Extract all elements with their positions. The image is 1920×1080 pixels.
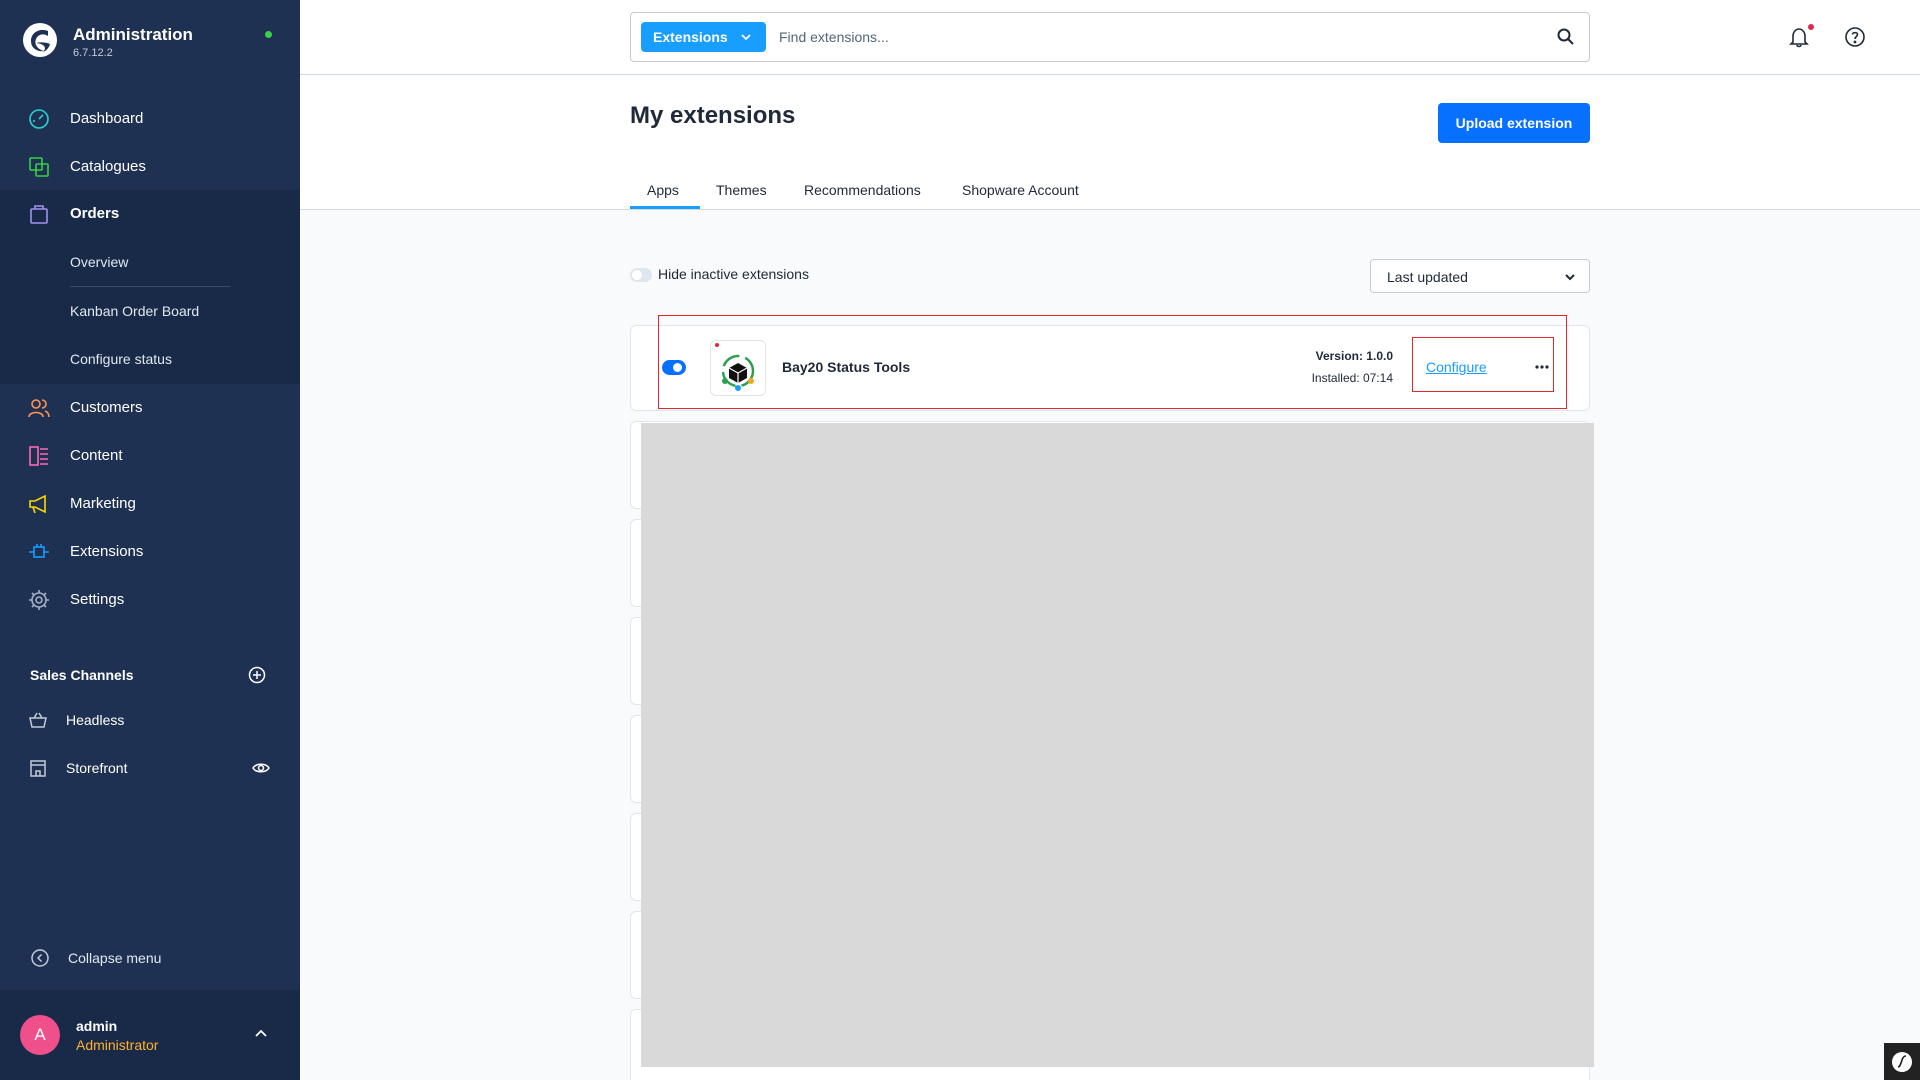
extension-installed: Installed: 07:14 [1311, 371, 1393, 385]
sort-value: Last updated [1387, 269, 1468, 285]
top-bar: Extensions [300, 0, 1920, 75]
basket-icon [29, 712, 47, 728]
nav-orders-configure-status[interactable]: Configure status [70, 351, 172, 367]
package-logo-icon [715, 343, 755, 391]
app-title: Administration [73, 25, 193, 44]
eye-icon[interactable] [252, 759, 270, 777]
chevron-down-icon [1565, 274, 1575, 281]
search-type-dropdown[interactable]: Extensions [641, 22, 766, 52]
nav-marketing[interactable]: Marketing [0, 480, 300, 528]
app-version: 6.7.12.2 [73, 47, 113, 59]
active-tab-indicator [630, 206, 700, 209]
add-circle-icon[interactable] [248, 666, 266, 684]
sales-channel-label: Storefront [66, 760, 128, 776]
sales-channel-label: Headless [66, 712, 125, 728]
catalogues-icon [29, 157, 49, 177]
page-header: My extensions Upload extension Apps Them… [300, 75, 1920, 210]
user-name: admin [76, 1018, 118, 1034]
sales-channel-storefront[interactable]: Storefront [0, 748, 300, 788]
nav-label: Settings [70, 591, 125, 608]
notification-dot [1808, 24, 1814, 30]
nav-label: Marketing [70, 495, 136, 512]
user-role: Administrator [76, 1037, 159, 1053]
gear-icon [29, 590, 49, 610]
page-title: My extensions [630, 102, 796, 129]
search-input[interactable] [779, 24, 1529, 50]
tab-themes[interactable]: Themes [716, 182, 767, 198]
redaction-overlay [641, 423, 1594, 1067]
configure-link[interactable]: Configure [1426, 359, 1487, 375]
orders-section: Orders Overview Kanban Order Board Confi… [0, 190, 300, 384]
extension-version: Version: 1.0.0 [1315, 349, 1393, 363]
chevron-up-icon[interactable] [253, 1026, 269, 1042]
chevron-left-circle-icon [31, 949, 49, 967]
status-dot-icon [265, 31, 272, 38]
nav-settings[interactable]: Settings [0, 576, 300, 624]
divider [70, 286, 230, 287]
search-bar: Extensions [630, 12, 1590, 62]
tab-recommendations[interactable]: Recommendations [804, 182, 921, 198]
nav-label: Orders [70, 205, 120, 222]
extension-app-icon [710, 340, 766, 396]
sales-channel-headless[interactable]: Headless [0, 700, 300, 740]
symfony-toolbar-toggle[interactable] [1884, 1043, 1920, 1080]
extension-active-toggle[interactable] [662, 360, 686, 375]
avatar: A [20, 1015, 60, 1055]
nav-extensions[interactable]: Extensions [0, 528, 300, 576]
nav-customers[interactable]: Customers [0, 384, 300, 432]
orders-bag-icon [30, 205, 48, 224]
sort-select[interactable]: Last updated [1370, 259, 1590, 293]
nav-label: Customers [70, 399, 143, 416]
collapse-label: Collapse menu [68, 950, 162, 966]
tab-shopware-account[interactable]: Shopware Account [962, 182, 1079, 198]
nav-orders[interactable]: Orders [0, 190, 300, 238]
nav-orders-kanban[interactable]: Kanban Order Board [70, 303, 199, 319]
hide-inactive-label: Hide inactive extensions [658, 266, 809, 282]
storefront-icon [30, 760, 46, 777]
brand: Administration 6.7.12.2 [0, 0, 300, 84]
megaphone-icon [29, 494, 46, 514]
nav-label: Dashboard [70, 110, 144, 127]
chevron-down-icon [741, 34, 751, 41]
symfony-icon [1892, 1052, 1912, 1072]
extension-name: Bay20 Status Tools [782, 359, 911, 375]
bell-icon[interactable] [1788, 26, 1810, 48]
nav-content[interactable]: Content [0, 432, 300, 480]
nav-label: Catalogues [70, 158, 146, 175]
sidebar: Administration 6.7.12.2 Dashboard Catalo… [0, 0, 300, 1080]
tab-apps[interactable]: Apps [647, 182, 679, 198]
nav-catalogues[interactable]: Catalogues [0, 143, 300, 191]
sales-channels-title: Sales Channels [30, 667, 134, 683]
hide-inactive-toggle[interactable] [630, 268, 652, 282]
plug-icon [29, 544, 49, 558]
shopware-logo-icon [23, 23, 57, 57]
help-icon[interactable] [1844, 26, 1866, 48]
nav-dashboard[interactable]: Dashboard [0, 95, 300, 143]
search-icon[interactable] [1556, 27, 1576, 47]
user-menu[interactable]: A admin Administrator [0, 990, 300, 1080]
search-type-label: Extensions [653, 29, 728, 45]
collapse-menu-button[interactable]: Collapse menu [0, 940, 300, 976]
more-options-icon[interactable] [1534, 361, 1550, 373]
nav-label: Extensions [70, 543, 144, 560]
upload-extension-button[interactable]: Upload extension [1438, 103, 1590, 143]
nav-label: Content [70, 447, 123, 464]
nav-orders-overview[interactable]: Overview [70, 254, 128, 270]
content-icon [29, 446, 48, 466]
dashboard-icon [29, 109, 49, 129]
customers-icon [28, 399, 50, 418]
